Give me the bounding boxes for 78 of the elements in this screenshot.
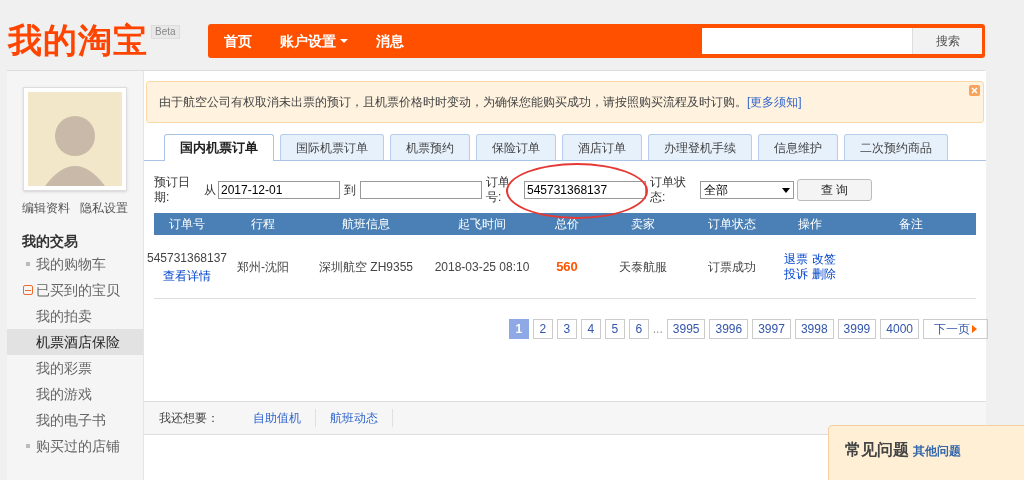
page-button[interactable]: 3996 <box>709 319 749 339</box>
caret-icon <box>782 187 790 193</box>
pagination-ellipsis: ... <box>652 321 663 338</box>
action-link[interactable]: 改签 <box>812 251 836 267</box>
date-from-field[interactable]: 2017-12-01 <box>218 181 340 199</box>
price: 560 <box>555 257 579 276</box>
field-label: 从 <box>204 182 216 199</box>
related-link[interactable]: 航班动态 <box>316 409 393 427</box>
detail-link[interactable]: 查看详情 <box>163 266 211 285</box>
tab[interactable]: 二次预约商品 <box>844 134 948 160</box>
column-header: 起飞时间 <box>457 216 507 233</box>
table-cell-text: 2018-03-25 08:10 <box>433 258 531 276</box>
page-button[interactable]: 2 <box>532 319 553 339</box>
table-cell-text: 天泰航服 <box>618 258 668 276</box>
column-header: 操作 <box>797 216 823 233</box>
close-icon[interactable] <box>969 85 980 96</box>
next-page-button[interactable]: 下一页 <box>923 319 988 339</box>
page-button[interactable]: 3997 <box>752 319 791 339</box>
action-link[interactable]: 删除 <box>812 266 836 282</box>
action-link[interactable]: 退票 <box>784 251 808 267</box>
bullet-icon <box>26 262 30 266</box>
column-header: 行程 <box>250 216 276 233</box>
page-button[interactable]: 5 <box>604 319 625 339</box>
field-label: 订单号: <box>486 175 511 205</box>
sidebar-item[interactable]: 我的拍卖 <box>7 303 143 329</box>
page-button[interactable]: 4000 <box>880 319 919 339</box>
page-button[interactable]: 3 <box>556 319 577 339</box>
page-button[interactable]: 3995 <box>666 319 706 339</box>
sidebar-item[interactable]: 已买到的宝贝 <box>7 277 143 303</box>
order-number-field[interactable]: 545731368137 <box>524 181 646 199</box>
column-header: 总价 <box>554 216 580 233</box>
sidebar-section-title: 我的交易 <box>21 232 79 251</box>
search-field[interactable] <box>702 28 912 54</box>
more-info-link[interactable]: [更多须知] <box>747 95 802 109</box>
date-to-field[interactable] <box>360 181 482 199</box>
field-label: 订单状态: <box>650 175 687 205</box>
faq-title: 常见问题 <box>845 439 909 461</box>
tab[interactable]: 信息维护 <box>758 134 838 160</box>
column-header: 卖家 <box>630 216 656 233</box>
sidebar-item[interactable]: 机票酒店保险 <box>7 329 143 355</box>
sidebar-item[interactable]: 我的游戏 <box>7 381 143 407</box>
page-button[interactable]: 4 <box>580 319 601 339</box>
status-dropdown[interactable]: 全部 <box>700 181 794 199</box>
bullet-icon <box>26 444 30 448</box>
page-button[interactable]: 3998 <box>794 319 834 339</box>
page-button[interactable]: 3999 <box>837 319 877 339</box>
sidebar-item[interactable]: 我的彩票 <box>7 355 143 381</box>
page-button[interactable]: 6 <box>628 319 649 339</box>
profile-link[interactable]: 编辑资料 <box>22 199 70 217</box>
sidebar-item[interactable]: 我的电子书 <box>7 407 143 433</box>
sidebar-item[interactable]: 购买过的店铺 <box>7 433 143 459</box>
related-label: 我还想要： <box>159 410 220 427</box>
faq-link[interactable]: 其他问题 <box>913 442 961 460</box>
column-header: 备注 <box>898 216 924 233</box>
tab[interactable]: 机票预约 <box>390 134 470 160</box>
search-button[interactable]: 搜索 <box>912 28 982 54</box>
table-cell-text: 深圳航空 ZH9355 <box>318 258 414 276</box>
column-header: 航班信息 <box>341 216 391 233</box>
tab[interactable]: 酒店订单 <box>562 134 642 160</box>
collapse-icon[interactable] <box>23 285 33 295</box>
action-link[interactable]: 投诉 <box>784 266 808 282</box>
field-label: 到 <box>344 182 356 199</box>
tab[interactable]: 保险订单 <box>476 134 556 160</box>
arrow-right-icon <box>972 325 977 333</box>
related-link[interactable]: 自助值机 <box>239 409 316 427</box>
beta-badge: Beta <box>151 25 180 39</box>
query-button[interactable]: 查 询 <box>797 179 872 201</box>
table-cell-text: 订票成功 <box>707 258 757 276</box>
field-label: 预订日期: <box>154 175 191 205</box>
profile-link[interactable]: 隐私设置 <box>80 199 128 217</box>
tab[interactable]: 办理登机手续 <box>648 134 752 160</box>
table-cell-text: 545731368137 <box>146 249 228 267</box>
notice-text: 由于航空公司有权取消未出票的预订，且机票价格时时变动，为确保您能购买成功，请按照购买流程及时订购。[更多须知] <box>159 94 802 111</box>
tab[interactable]: 国际机票订单 <box>280 134 384 160</box>
column-header: 订单号 <box>168 216 206 233</box>
column-header: 订单状态 <box>707 216 757 233</box>
sidebar-item[interactable]: 我的购物车 <box>7 251 143 277</box>
tab[interactable]: 国内机票订单 <box>164 134 274 161</box>
